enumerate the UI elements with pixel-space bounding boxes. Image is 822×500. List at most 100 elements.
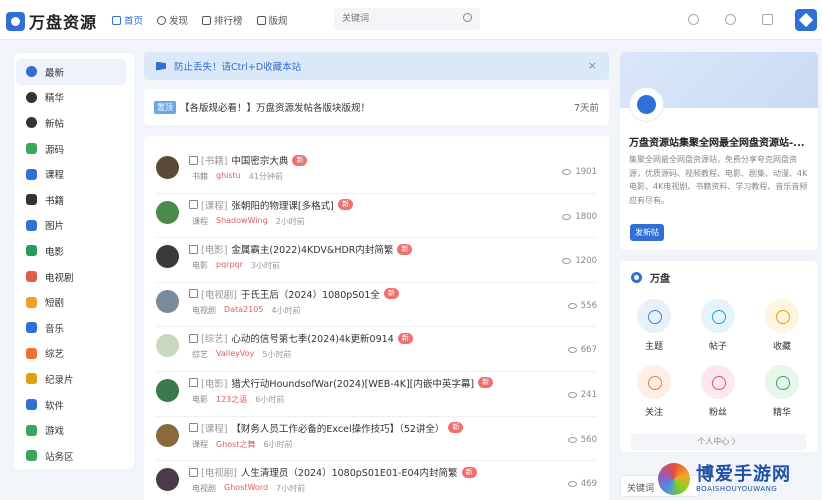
post-author[interactable]: pqrpqr bbox=[216, 260, 243, 271]
post-author[interactable]: ValleyVoy bbox=[216, 349, 254, 360]
post-row[interactable]: [课程] 【财务人员工作必备的Excel操作技巧】（52讲全） 新课程 Ghost之舞… bbox=[156, 417, 597, 462]
post-category[interactable]: [电影] bbox=[201, 242, 227, 256]
post-author[interactable]: ghistu bbox=[216, 171, 241, 182]
site-info-card: 万盘资源站集聚全网最全网盘资源站-... 集聚全网最全网盘资源站，免费分享夸克网… bbox=[620, 52, 818, 250]
stat-item[interactable]: 主题 bbox=[624, 299, 684, 352]
post-author[interactable]: Data2105 bbox=[224, 305, 263, 316]
bell-icon[interactable] bbox=[688, 14, 699, 25]
post-category[interactable]: [课程] bbox=[201, 421, 227, 435]
checkbox-icon[interactable] bbox=[189, 378, 198, 388]
post-category[interactable]: [电视剧] bbox=[201, 287, 237, 301]
checkbox-icon[interactable] bbox=[189, 200, 198, 210]
new-post-button[interactable]: 发新帖 bbox=[630, 224, 664, 241]
checkbox-icon[interactable] bbox=[189, 423, 198, 433]
stat-item[interactable]: 收藏 bbox=[752, 299, 812, 352]
author-avatar[interactable] bbox=[156, 200, 179, 224]
post-section[interactable]: 课程 bbox=[192, 439, 208, 450]
post-title[interactable]: 张朝阳的物理课[多格式] bbox=[231, 198, 333, 212]
sidebar-item[interactable]: 纪录片 bbox=[14, 366, 134, 392]
post-row[interactable]: [电影] 猎犬行动HoundsofWar(2024)[WEB-4K][内嵌中英字幕… bbox=[156, 372, 597, 417]
sidebar-item[interactable]: 站务区 bbox=[14, 443, 134, 469]
post-section[interactable]: 电视剧 bbox=[192, 305, 216, 316]
sidebar-item[interactable]: 课程 bbox=[14, 161, 134, 187]
author-avatar[interactable] bbox=[156, 156, 179, 179]
post-author[interactable]: GhostWord bbox=[224, 483, 268, 494]
sidebar-item[interactable]: 最新 bbox=[16, 59, 126, 85]
post-author[interactable]: 123之语 bbox=[216, 394, 247, 405]
sidebar-item[interactable]: 游戏 bbox=[14, 417, 134, 443]
post-title[interactable]: 金属霸主(2022)4KDV&HDR内封简繁 bbox=[231, 242, 393, 256]
user-avatar-icon[interactable] bbox=[795, 9, 817, 31]
stat-item[interactable]: 精华 bbox=[752, 365, 812, 418]
post-row[interactable]: [电影] 金属霸主(2022)4KDV&HDR内封简繁新电影 pqrpqr 3小时前 1… bbox=[156, 238, 597, 283]
stat-item[interactable]: 帖子 bbox=[688, 299, 748, 352]
search-icon[interactable] bbox=[725, 14, 736, 25]
post-section[interactable]: 电影 bbox=[192, 394, 208, 405]
post-author[interactable]: ShadowWing bbox=[216, 216, 268, 227]
sidebar-item[interactable]: 精华 bbox=[14, 85, 134, 111]
checkbox-icon[interactable] bbox=[189, 289, 198, 299]
post-row[interactable]: [电视剧] 人生清理员（2024）1080pS01E01-E04内封简繁新电视剧 G… bbox=[156, 461, 597, 500]
post-section[interactable]: 课程 bbox=[192, 216, 208, 227]
nav-ranking[interactable]: 排行榜 bbox=[202, 13, 243, 27]
post-author[interactable]: Ghost之舞 bbox=[216, 439, 255, 450]
sidebar-item[interactable]: 软件 bbox=[14, 392, 134, 418]
nav-label: 版规 bbox=[268, 16, 288, 27]
post-row[interactable]: [电视剧] 于氏王后（2024）1080pS01全新电视剧 Data2105 4小时前… bbox=[156, 283, 597, 328]
category-icon bbox=[26, 91, 37, 103]
author-avatar[interactable] bbox=[156, 289, 179, 313]
post-row[interactable]: [综艺] 心动的信号第七季(2024)4k更新0914 新综艺 ValleyVoy 5小… bbox=[156, 327, 597, 372]
author-avatar[interactable] bbox=[156, 334, 179, 358]
post-time: 5小时前 bbox=[262, 350, 292, 360]
checkbox-icon[interactable] bbox=[189, 155, 198, 165]
edit-icon[interactable] bbox=[762, 14, 773, 25]
author-avatar[interactable] bbox=[156, 468, 179, 492]
post-category[interactable]: [电视剧] bbox=[201, 465, 237, 479]
post-category[interactable]: [电影] bbox=[201, 376, 227, 390]
post-section[interactable]: 综艺 bbox=[192, 349, 208, 360]
sidebar-item[interactable]: 新帖 bbox=[14, 110, 134, 136]
star-icon bbox=[765, 299, 799, 333]
close-icon[interactable]: × bbox=[588, 59, 597, 72]
search-icon[interactable] bbox=[463, 13, 472, 22]
pinned-announcement[interactable]: 置顶 【各版规必看！】万盘资源发帖各版块版规！ 7天前 bbox=[144, 89, 609, 125]
sidebar-item[interactable]: 图片 bbox=[14, 213, 134, 239]
post-title[interactable]: 【财务人员工作必备的Excel操作技巧】（52讲全） bbox=[231, 421, 444, 435]
search-input[interactable] bbox=[334, 8, 449, 30]
post-title[interactable]: 中国密宗大典 bbox=[231, 153, 288, 167]
author-avatar[interactable] bbox=[156, 245, 179, 269]
post-row[interactable]: [课程] 张朝阳的物理课[多格式] 新课程 ShadowWing 2小时前 1800 bbox=[156, 194, 597, 239]
post-category[interactable]: [书籍] bbox=[201, 153, 227, 167]
sidebar-item[interactable]: 电视剧 bbox=[14, 264, 134, 290]
checkbox-icon[interactable] bbox=[189, 467, 198, 477]
post-title[interactable]: 猎犬行动HoundsofWar(2024)[WEB-4K][内嵌中英字幕] bbox=[231, 376, 474, 390]
checkbox-icon[interactable] bbox=[189, 244, 198, 254]
stat-item[interactable]: 关注 bbox=[624, 365, 684, 418]
post-category[interactable]: [综艺] bbox=[201, 331, 227, 345]
nav-discover[interactable]: 发现 bbox=[157, 13, 188, 27]
sidebar-item[interactable]: 书籍 bbox=[14, 187, 134, 213]
post-category[interactable]: [课程] bbox=[201, 198, 227, 212]
site-logo[interactable]: 万盘资源 bbox=[6, 9, 97, 33]
post-section[interactable]: 电影 bbox=[192, 260, 208, 271]
sidebar-item[interactable]: 源码 bbox=[14, 136, 134, 162]
checkbox-icon[interactable] bbox=[189, 333, 198, 343]
post-row[interactable]: [书籍] 中国密宗大典新书籍 ghistu 41分钟前 1901 bbox=[156, 149, 597, 194]
sidebar-item[interactable]: 电影 bbox=[14, 238, 134, 264]
sidebar-item[interactable]: 音乐 bbox=[14, 315, 134, 341]
nav-rules[interactable]: 版规 bbox=[256, 13, 288, 27]
post-title[interactable]: 于氏王后（2024）1080pS01全 bbox=[241, 287, 380, 301]
author-avatar[interactable] bbox=[156, 423, 179, 447]
post-section[interactable]: 书籍 bbox=[192, 171, 208, 182]
stat-item[interactable]: 粉丝 bbox=[688, 365, 748, 418]
site-title[interactable]: 万盘资源站集聚全网最全网盘资源站-... bbox=[629, 134, 805, 149]
announcement-title[interactable]: 【各版规必看！】万盘资源发帖各版块版规！ bbox=[180, 100, 370, 114]
sidebar-item[interactable]: 短剧 bbox=[14, 289, 134, 315]
post-title[interactable]: 心动的信号第七季(2024)4k更新0914 bbox=[231, 331, 393, 345]
post-title[interactable]: 人生清理员（2024）1080pS01E01-E04内封简繁 bbox=[241, 465, 458, 479]
nav-home[interactable]: 首页 bbox=[112, 13, 143, 27]
user-center-button[interactable]: 个人中心 〉 bbox=[631, 434, 806, 450]
post-section[interactable]: 电视剧 bbox=[192, 483, 216, 494]
author-avatar[interactable] bbox=[156, 378, 179, 402]
sidebar-item[interactable]: 综艺 bbox=[14, 341, 134, 367]
